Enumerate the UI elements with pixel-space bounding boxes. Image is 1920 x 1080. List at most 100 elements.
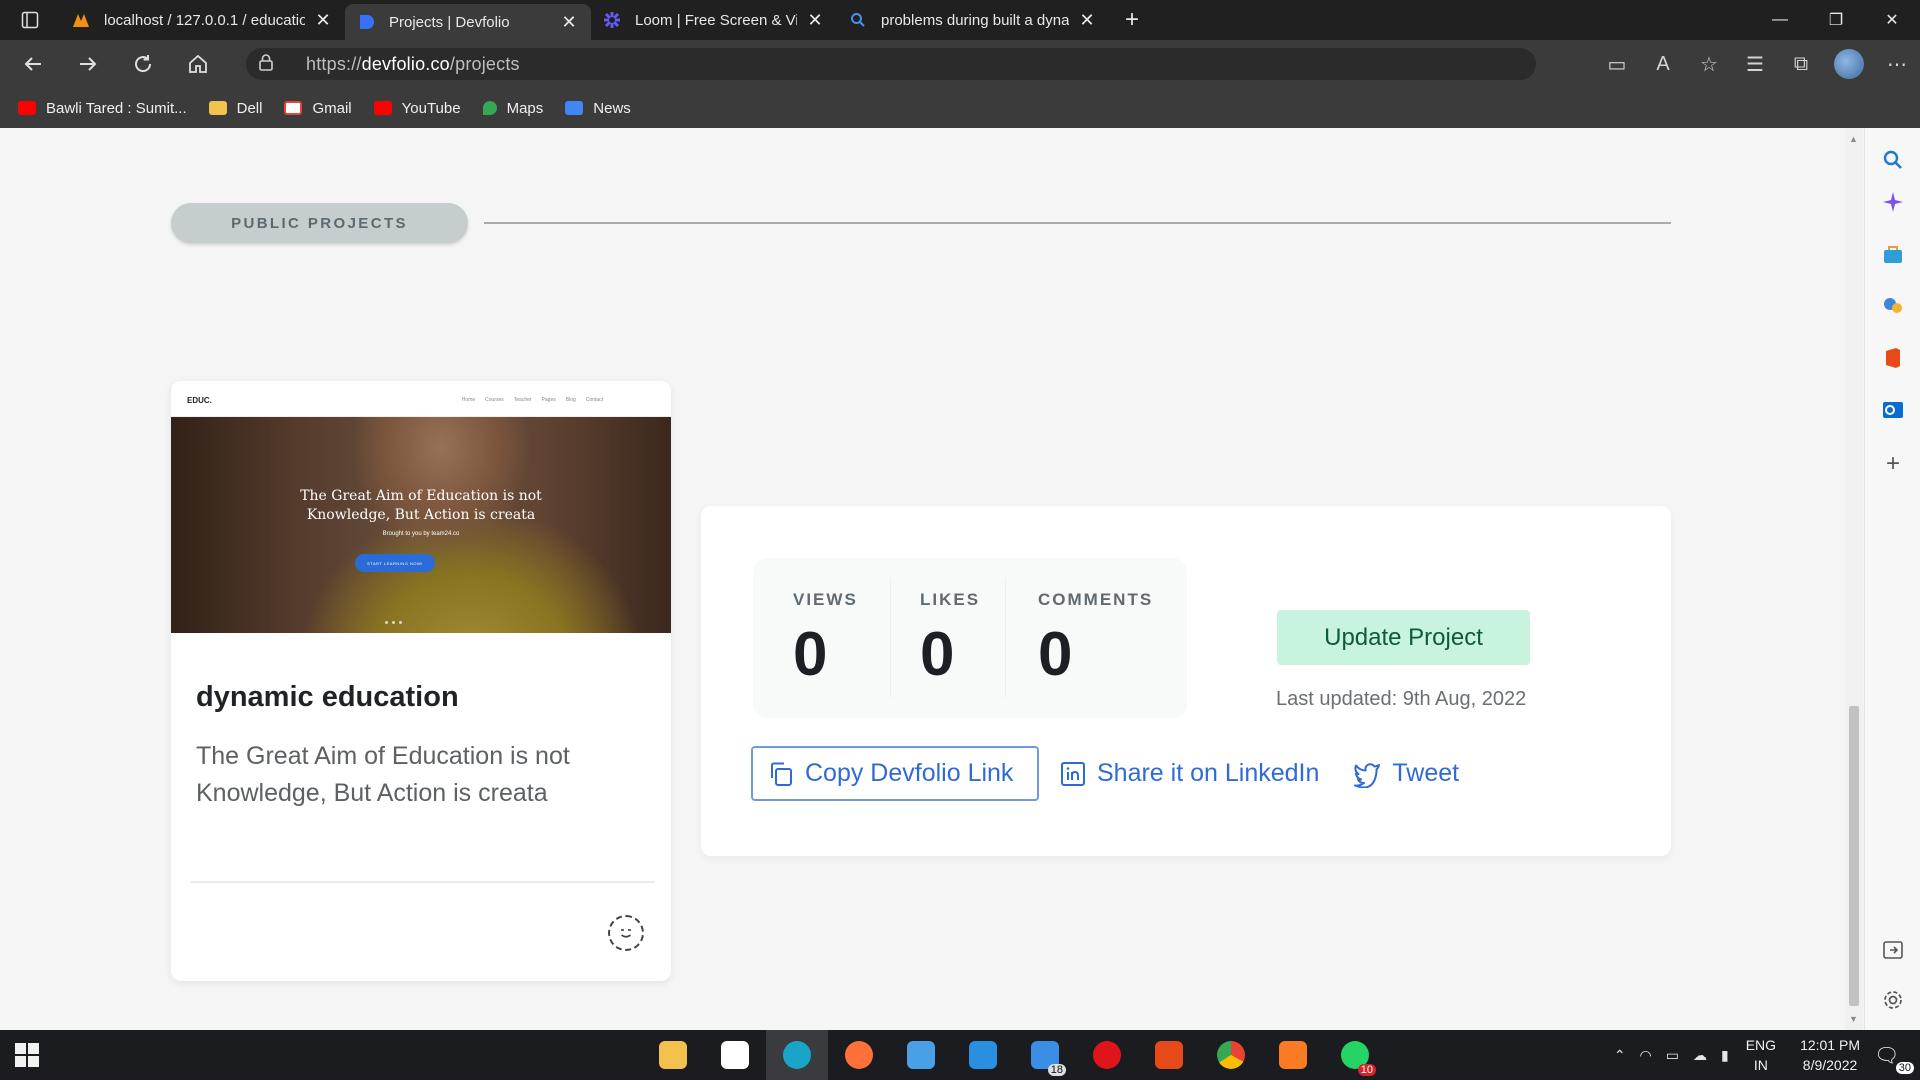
collections-icon[interactable]: ⧉: [1778, 53, 1824, 76]
onedrive-cloud-icon[interactable]: ☁: [1693, 1047, 1707, 1064]
thumbnail-hero-subtitle: Brought to you by team24.co: [382, 531, 460, 537]
profile-avatar[interactable]: [1834, 49, 1864, 79]
devfolio-icon: [360, 15, 374, 29]
back-button[interactable]: [11, 44, 55, 84]
thumbnail-header: EDUC. Home Courses Teacher Pages Blog Co…: [171, 381, 671, 417]
taskbar-xampp[interactable]: [1262, 1030, 1324, 1080]
taskbar-azure[interactable]: [890, 1030, 952, 1080]
restore-button[interactable]: ❐: [1808, 0, 1864, 40]
close-tab-icon[interactable]: ✕: [1077, 10, 1097, 31]
project-thumbnail[interactable]: EDUC. Home Courses Teacher Pages Blog Co…: [171, 381, 671, 633]
stat-value: 0: [1038, 620, 1073, 689]
bookmark-label: Maps: [506, 99, 544, 117]
copy-devfolio-link-button[interactable]: Copy Devfolio Link: [751, 746, 1039, 801]
more-menu-icon[interactable]: ⋯: [1874, 52, 1920, 77]
scroll-up-arrow-icon[interactable]: ▲: [1849, 134, 1858, 144]
favorites-icon[interactable]: ☰: [1732, 52, 1778, 77]
tab-devfolio[interactable]: Projects | Devfolio ✕: [345, 4, 591, 40]
taskbar-file-explorer[interactable]: [642, 1030, 704, 1080]
show-hidden-icons-icon[interactable]: ⌃: [1614, 1047, 1626, 1064]
bookmark-bawli-tared[interactable]: Bawli Tared : Sumit...: [18, 100, 187, 117]
tab-bar: localhost / 127.0.0.1 / education ✕ Proj…: [0, 0, 1920, 40]
stat-label: VIEWS: [793, 590, 858, 609]
store-icon: [721, 1041, 749, 1069]
close-window-button[interactable]: ✕: [1864, 0, 1920, 40]
thumbnail-nav-item: Blog: [565, 397, 576, 403]
bookmark-gmail[interactable]: Gmail: [284, 100, 352, 117]
office-icon[interactable]: [1879, 344, 1907, 372]
taskbar-opera[interactable]: [1076, 1030, 1138, 1080]
project-title[interactable]: dynamic education: [196, 681, 459, 714]
games-icon[interactable]: [1879, 292, 1907, 320]
thumbnail-hero-image: The Great Aim of Education is not Knowle…: [171, 417, 671, 633]
wifi-icon[interactable]: ◠: [1640, 1047, 1652, 1064]
taskbar-whatsapp[interactable]: 10: [1324, 1030, 1386, 1080]
add-favorite-icon[interactable]: ☆: [1686, 52, 1732, 77]
read-aloud-icon[interactable]: A: [1640, 53, 1686, 76]
page-scrollbar[interactable]: ▲ ▼: [1845, 128, 1863, 1030]
bookmark-maps[interactable]: Maps: [482, 99, 544, 117]
update-project-button[interactable]: Update Project: [1277, 610, 1530, 665]
battery-icon[interactable]: ▭: [1666, 1047, 1679, 1064]
language-code: ENG: [1745, 1037, 1777, 1053]
clock-time: 12:01 PM: [1800, 1037, 1860, 1053]
taskbar-store[interactable]: [704, 1030, 766, 1080]
discover-sparkle-icon[interactable]: [1879, 188, 1907, 216]
taskbar-firefox[interactable]: [828, 1030, 890, 1080]
bookmark-news[interactable]: News: [565, 100, 631, 117]
close-tab-icon[interactable]: ✕: [313, 10, 333, 31]
taskbar-office[interactable]: [1138, 1030, 1200, 1080]
microphone-icon[interactable]: ▮: [1721, 1047, 1729, 1064]
search-icon: [851, 13, 865, 27]
share-linkedin-link[interactable]: Share it on LinkedIn: [1059, 759, 1319, 788]
taskbar-mail[interactable]: 18: [1014, 1030, 1076, 1080]
linkedin-icon: [1059, 760, 1087, 788]
tweet-link[interactable]: Tweet: [1352, 759, 1459, 788]
hide-sidebar-icon[interactable]: [1879, 936, 1907, 964]
new-tab-button[interactable]: +: [1125, 6, 1139, 34]
forward-button[interactable]: [66, 44, 110, 84]
project-card[interactable]: EDUC. Home Courses Teacher Pages Blog Co…: [171, 381, 671, 981]
bookmark-youtube[interactable]: YouTube: [373, 100, 461, 117]
browser-toolbar-right: ▭ A ☆ ☰ ⧉ ⋯: [1594, 40, 1920, 88]
tab-loom[interactable]: Loom | Free Screen & Video Reco ✕: [591, 0, 837, 40]
copy-icon: [767, 760, 795, 788]
sidebar-search-icon[interactable]: [1879, 146, 1907, 174]
tab-phpmyadmin[interactable]: localhost / 127.0.0.1 / education ✕: [60, 0, 345, 40]
lock-icon[interactable]: [258, 53, 290, 76]
shopping-bag-icon[interactable]: [1879, 240, 1907, 268]
outlook-icon[interactable]: [1879, 396, 1907, 424]
project-stats-card: VIEWS 0 LIKES 0 COMMENTS 0 Update Projec…: [701, 506, 1671, 856]
address-bar: https://devfolio.co/projects ▭ A ☆ ☰ ⧉ ⋯: [0, 40, 1920, 88]
stat-comments: COMMENTS 0: [1038, 590, 1153, 686]
url-field[interactable]: https://devfolio.co/projects: [246, 48, 1536, 80]
home-button[interactable]: [176, 44, 220, 84]
minimize-button[interactable]: —: [1752, 0, 1808, 40]
taskbar-chrome[interactable]: [1200, 1030, 1262, 1080]
add-sidebar-app-icon[interactable]: +: [1879, 450, 1907, 478]
scroll-down-arrow-icon[interactable]: ▼: [1849, 1014, 1858, 1024]
whatsapp-badge: 10: [1357, 1064, 1376, 1076]
stat-label: COMMENTS: [1038, 590, 1154, 609]
scrollbar-thumb[interactable]: [1849, 706, 1859, 1006]
mail-badge: 18: [1047, 1064, 1066, 1076]
youtube-icon: [373, 101, 392, 115]
camera-blocked-icon[interactable]: ▭: [1594, 52, 1640, 77]
twitter-icon: [1352, 760, 1382, 788]
stat-likes: LIKES 0: [920, 590, 980, 686]
reaction-emoji-icon[interactable]: [608, 915, 644, 951]
refresh-button[interactable]: [121, 44, 165, 84]
notification-center-button[interactable]: 🗨 30: [1874, 1043, 1914, 1074]
gmail-icon: [284, 101, 303, 115]
settings-gear-icon[interactable]: [1879, 986, 1907, 1014]
tab-search[interactable]: problems during built a dynamic ✕: [837, 0, 1109, 40]
close-tab-icon[interactable]: ✕: [559, 12, 579, 33]
taskbar-edge[interactable]: [766, 1030, 828, 1080]
bookmark-dell[interactable]: Dell: [208, 100, 262, 117]
input-language-indicator[interactable]: ENG IN: [1746, 1035, 1776, 1075]
close-tab-icon[interactable]: ✕: [805, 10, 825, 31]
clock[interactable]: 12:01 PM 8/9/2022: [1800, 1035, 1860, 1075]
windows-start-icon[interactable]: [14, 1042, 40, 1068]
tab-actions-button[interactable]: [0, 0, 60, 40]
taskbar-vscode[interactable]: [952, 1030, 1014, 1080]
